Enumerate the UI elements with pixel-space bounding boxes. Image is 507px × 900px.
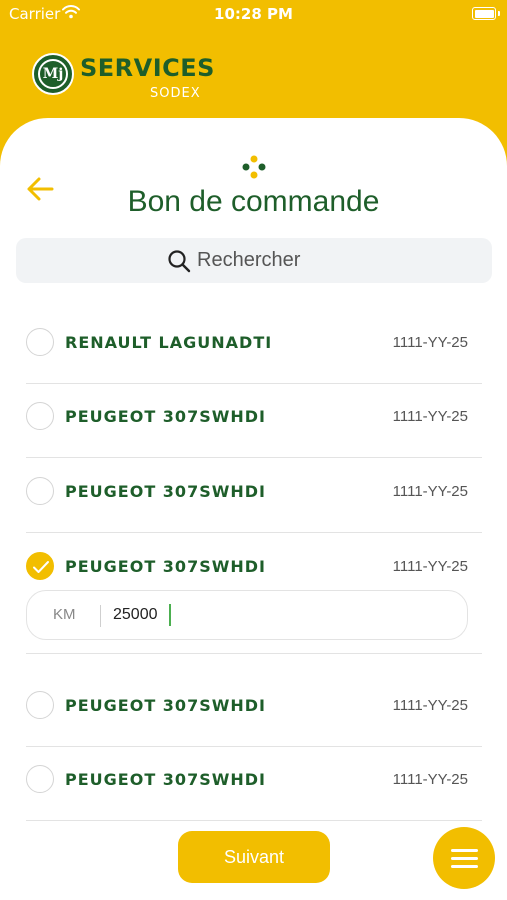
menu-line [451, 857, 478, 860]
hamburger-menu-icon[interactable] [433, 827, 495, 889]
km-input[interactable] [113, 601, 313, 629]
vehicle-row[interactable]: PEUGEOT 307SWHDI 1111-YY-25 [26, 384, 482, 458]
km-field[interactable]: KM [26, 590, 468, 640]
logo: Mj [32, 53, 74, 95]
vehicle-name: PEUGEOT 307SWHDI [65, 770, 266, 789]
vehicle-name: PEUGEOT 307SWHDI [65, 696, 266, 715]
vehicle-name: PEUGEOT 307SWHDI [65, 407, 266, 426]
vehicle-name: RENAULT LAGUNADTI [65, 333, 273, 352]
vehicle-plate: 1111-YY-25 [392, 771, 468, 788]
vehicle-plate: 1111-YY-25 [392, 697, 468, 714]
vehicle-plate: 1111-YY-25 [392, 334, 468, 351]
vehicle-row-selected[interactable]: PEUGEOT 307SWHDI 1111-YY-25 KM [26, 534, 482, 654]
brand-name: SERVICES [80, 54, 215, 82]
km-label: KM [53, 606, 76, 623]
vehicle-name: PEUGEOT 307SWHDI [65, 557, 266, 576]
radio-button[interactable] [26, 477, 54, 505]
search-icon [168, 250, 191, 273]
vehicle-row[interactable]: RENAULT LAGUNADTI 1111-YY-25 [26, 310, 482, 384]
text-cursor [169, 604, 171, 626]
radio-button[interactable] [26, 691, 54, 719]
vehicle-row[interactable]: PEUGEOT 307SWHDI 1111-YY-25 [26, 747, 482, 821]
check-icon [33, 561, 49, 573]
status-bar: Carrier 10:28 PM [0, 0, 507, 30]
vehicle-row[interactable]: PEUGEOT 307SWHDI 1111-YY-25 [26, 459, 482, 533]
radio-button[interactable] [26, 765, 54, 793]
brand-subtitle: SODEX [150, 86, 201, 101]
vehicle-plate: 1111-YY-25 [392, 483, 468, 500]
page-title: Bon de commande [127, 185, 380, 218]
km-divider [100, 605, 101, 627]
dots-icon [242, 155, 266, 179]
vehicle-name: PEUGEOT 307SWHDI [65, 482, 266, 501]
vehicle-plate: 1111-YY-25 [392, 408, 468, 425]
status-time: 10:28 PM [214, 5, 293, 23]
radio-button-checked[interactable] [26, 552, 54, 580]
search-placeholder[interactable]: Rechercher [197, 249, 300, 272]
menu-line [451, 865, 478, 868]
vehicle-row[interactable]: PEUGEOT 307SWHDI 1111-YY-25 [26, 673, 482, 747]
battery-icon [472, 7, 500, 20]
menu-line [451, 849, 478, 852]
radio-button[interactable] [26, 328, 54, 356]
logo-text: Mj [38, 59, 68, 89]
next-button[interactable]: Suivant [178, 831, 330, 883]
radio-button[interactable] [26, 402, 54, 430]
vehicle-plate: 1111-YY-25 [392, 558, 468, 575]
